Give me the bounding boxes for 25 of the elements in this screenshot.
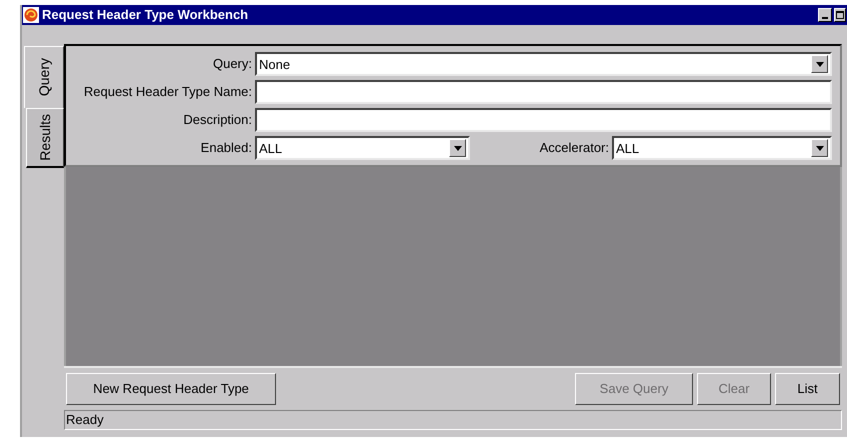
caret-down-icon xyxy=(454,146,462,150)
field-label: Query: xyxy=(212,55,253,74)
caret-down-icon xyxy=(816,62,824,66)
minimize-button[interactable] xyxy=(818,8,832,22)
input-field[interactable] xyxy=(255,80,832,104)
action-button[interactable]: List xyxy=(775,373,840,405)
input-field[interactable] xyxy=(255,108,832,132)
app-logo-icon xyxy=(23,7,39,23)
field-label: Enabled: xyxy=(200,139,253,158)
field-label: Request Header Type Name: xyxy=(82,83,253,102)
tab[interactable]: Query xyxy=(24,46,64,108)
status-bar: Ready xyxy=(64,410,842,430)
field-label: Description: xyxy=(182,111,253,130)
dropdown-field[interactable]: ALL xyxy=(255,136,470,160)
dropdown-button[interactable] xyxy=(811,55,828,73)
caret-down-icon xyxy=(816,146,824,150)
field-label: Accelerator: xyxy=(538,139,610,158)
tab[interactable]: Results xyxy=(26,108,64,168)
window-title: Request Header Type Workbench xyxy=(42,6,248,24)
dropdown-field[interactable]: ALL xyxy=(612,136,832,160)
dropdown-field[interactable]: None xyxy=(255,52,832,76)
action-button[interactable]: New Request Header Type xyxy=(66,373,276,405)
dropdown-button[interactable] xyxy=(449,139,466,157)
maximize-button[interactable] xyxy=(834,8,846,22)
dropdown-button[interactable] xyxy=(811,139,828,157)
